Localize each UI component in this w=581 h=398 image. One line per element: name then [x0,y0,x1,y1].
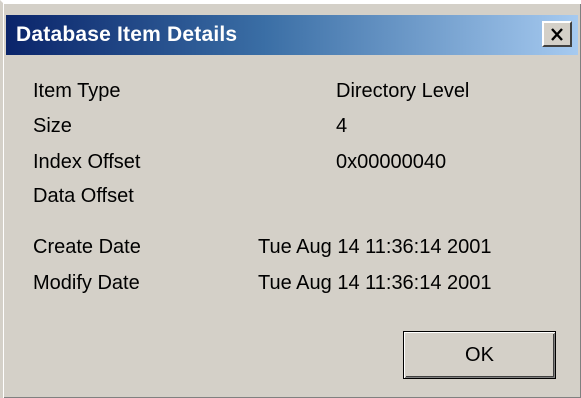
create-date-value: Tue Aug 14 11:36:14 2001 [258,236,492,258]
ok-button[interactable]: OK [403,331,556,379]
item-type-label: Item Type [33,80,121,102]
close-button[interactable] [542,21,572,47]
item-type-value: Directory Level [336,80,470,102]
dialog-window: Database Item Details Item Type Director… [0,0,581,398]
close-icon [550,27,564,41]
ok-button-label: OK [465,343,494,366]
modify-date-value: Tue Aug 14 11:36:14 2001 [258,272,492,294]
index-offset-label: Index Offset [33,151,141,173]
size-label: Size [33,115,72,137]
create-date-label: Create Date [33,236,141,258]
data-offset-label: Data Offset [33,185,134,207]
title-bar[interactable]: Database Item Details [6,15,578,55]
window-title: Database Item Details [16,23,238,46]
modify-date-label: Modify Date [33,272,140,294]
size-value: 4 [336,115,348,137]
index-offset-value: 0x00000040 [336,151,447,173]
